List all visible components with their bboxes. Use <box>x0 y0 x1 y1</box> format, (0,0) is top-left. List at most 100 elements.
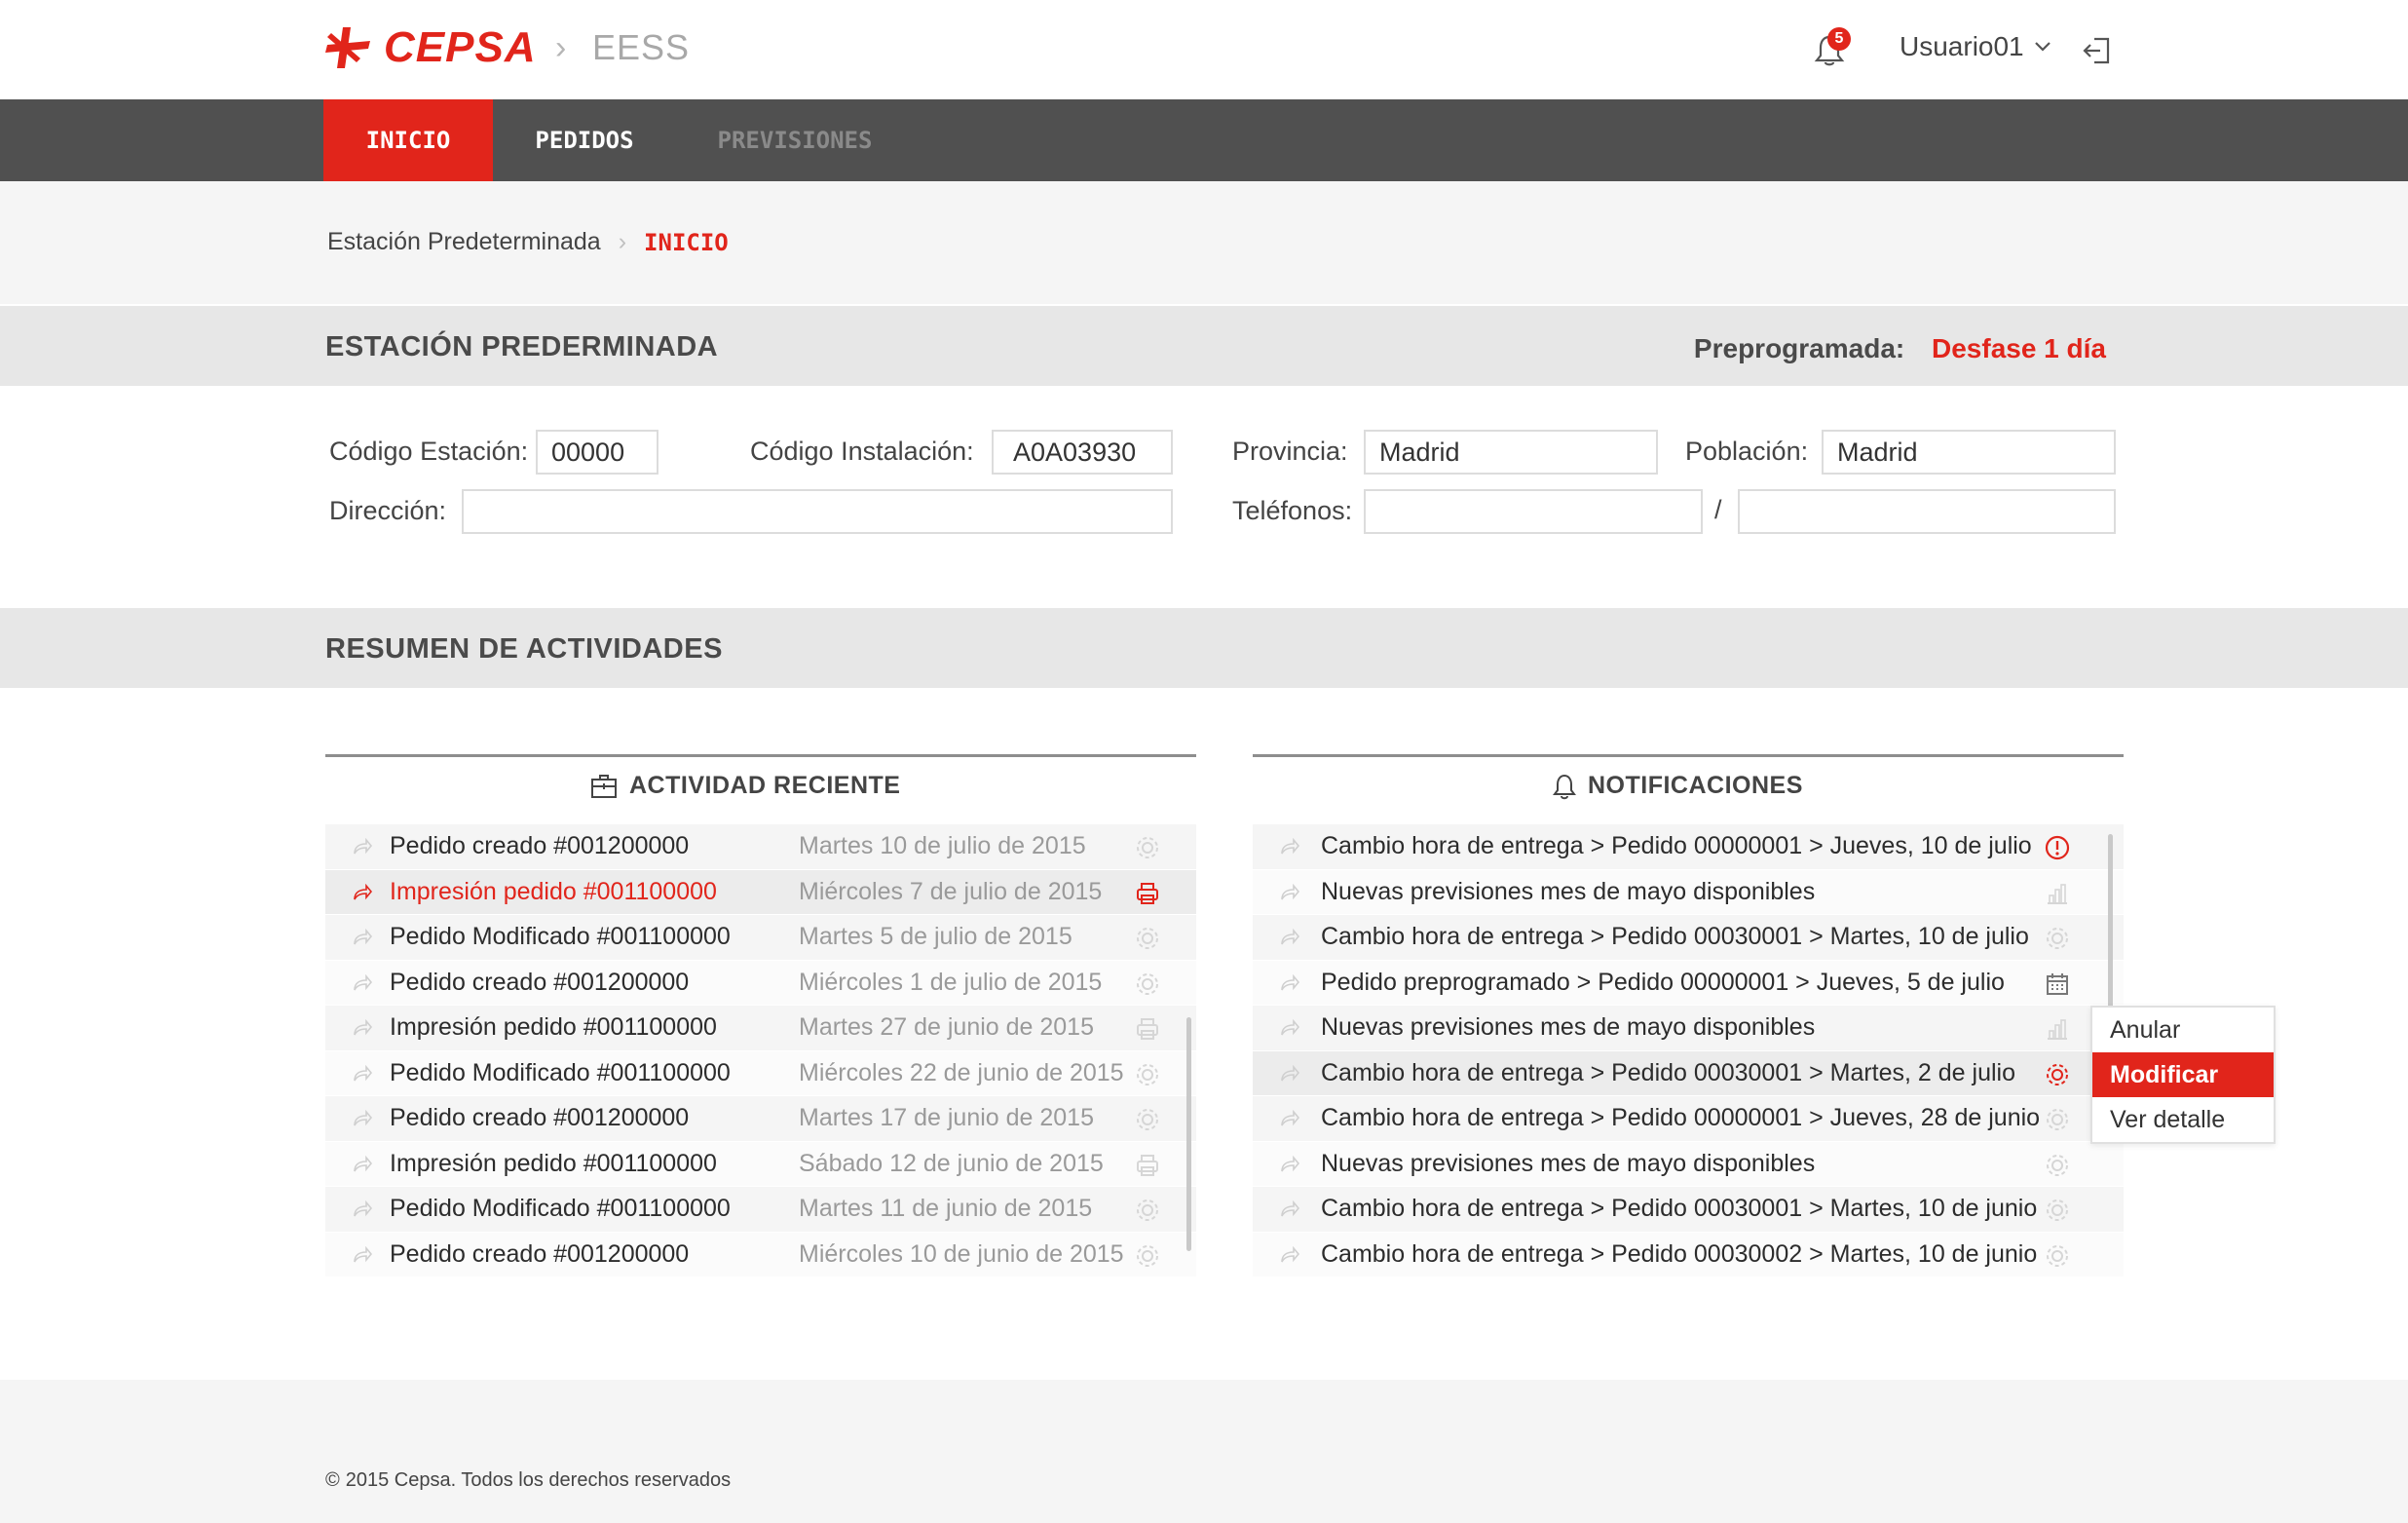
notification-row[interactable]: Pedido preprogramado > Pedido 00000001 >… <box>1253 960 2124 1006</box>
notification-row[interactable]: Cambio hora de entrega > Pedido 00030001… <box>1253 915 2124 961</box>
notification-row[interactable]: Cambio hora de entrega > Pedido 00030001… <box>1253 1187 2124 1233</box>
activity-row[interactable]: Pedido creado #001200000 Martes 10 de jul… <box>325 824 1196 870</box>
menu-item-anular[interactable]: Anular <box>2092 1008 2274 1052</box>
gear-icon <box>2047 1244 2068 1267</box>
station-section-title: ESTACIÓN PREDERMINADA <box>325 331 719 362</box>
notifications-button[interactable]: 5 <box>1814 27 1853 72</box>
activity-row-date: Miércoles 1 de julio de 2015 <box>799 968 1103 996</box>
activity-row-action[interactable] <box>1134 1152 1161 1184</box>
activity-row[interactable]: Impresión pedido #001100000 Miércoles 7 d… <box>325 869 1196 915</box>
share-arrow-icon <box>1281 973 1299 990</box>
share-arrow-icon <box>354 1155 372 1171</box>
activity-row[interactable]: Pedido Modificado #001100000 Martes 5 de … <box>325 915 1196 961</box>
share-arrow-icon <box>354 883 372 899</box>
notification-row[interactable]: Nuevas previsiones mes de mayo disponibl… <box>1253 1006 2124 1051</box>
activity-row-date: Martes 5 de julio de 2015 <box>799 923 1072 951</box>
activity-row-action[interactable] <box>1134 1197 1161 1229</box>
notification-row-action[interactable] <box>2044 971 2071 1003</box>
notification-row-text: Nuevas previsiones mes de mayo disponibl… <box>1321 877 1816 905</box>
notifications-scrollbar[interactable] <box>2108 834 2113 1021</box>
notification-row[interactable]: Cambio hora de entrega > Pedido 00000001… <box>1253 1096 2124 1142</box>
notification-row-action[interactable] <box>2044 1061 2071 1093</box>
activity-row[interactable]: Pedido creado #001200000 Martes 17 de jun… <box>325 1096 1196 1142</box>
printer-icon <box>1137 882 1158 904</box>
breadcrumb-area: Estación Predeterminada › INICIO <box>0 181 2408 304</box>
activity-row-text: Pedido creado #001200000 <box>390 1104 690 1132</box>
activity-row-date: Miércoles 7 de julio de 2015 <box>799 877 1103 905</box>
provincia-field[interactable]: Madrid <box>1364 430 1658 475</box>
activity-row-text: Impresión pedido #001100000 <box>390 877 717 905</box>
share-arrow-icon <box>354 838 372 855</box>
printer-icon <box>1137 1154 1158 1176</box>
notifications-panel-rule <box>1253 754 2124 757</box>
notification-row-action[interactable] <box>2044 1106 2071 1138</box>
notification-row-text: Cambio hora de entrega > Pedido 00030001… <box>1321 923 2029 951</box>
notification-row-text: Cambio hora de entrega > Pedido 00000001… <box>1321 1104 2041 1132</box>
notification-row-text: Cambio hora de entrega > Pedido 00030001… <box>1321 1195 2038 1223</box>
activity-row-action[interactable] <box>1134 834 1161 866</box>
codigo-instalacion-field[interactable]: A0A03930 <box>992 430 1173 475</box>
notification-row-action[interactable] <box>2044 925 2071 957</box>
logout-button[interactable] <box>2081 35 2112 71</box>
activity-row-action[interactable] <box>1134 925 1161 957</box>
menu-item-ver-detalle[interactable]: Ver detalle <box>2092 1097 2274 1142</box>
tab-previsiones[interactable]: PREVISIONES <box>699 99 890 181</box>
notification-row-action[interactable] <box>2044 1152 2071 1184</box>
notification-row-text: Cambio hora de entrega > Pedido 00030002… <box>1321 1239 2038 1268</box>
breadcrumb: Estación Predeterminada › INICIO <box>327 228 729 256</box>
activity-row[interactable]: Pedido creado #001200000 Miércoles 1 de j… <box>325 960 1196 1006</box>
notification-row-action[interactable] <box>2044 880 2071 912</box>
notification-row-action[interactable] <box>2044 1015 2071 1047</box>
activity-row-action[interactable] <box>1134 880 1161 912</box>
breadcrumb-item-estacion[interactable]: Estación Predeterminada <box>327 228 601 256</box>
notification-row[interactable]: Cambio hora de entrega > Pedido 00000001… <box>1253 824 2124 870</box>
activity-row[interactable]: Impresión pedido #001100000 Sábado 12 de … <box>325 1141 1196 1187</box>
preprogramada-status: Preprogramada: Desfase 1 día <box>1694 333 2106 364</box>
user-menu[interactable]: Usuario01 <box>1900 31 2051 62</box>
activity-scrollbar[interactable] <box>1186 1017 1191 1251</box>
gear-icon <box>1137 1244 1158 1267</box>
telefono-1-field[interactable] <box>1364 489 1703 534</box>
activity-row-action[interactable] <box>1134 1242 1161 1275</box>
activity-row-action[interactable] <box>1134 1106 1161 1138</box>
telefono-2-field[interactable] <box>1738 489 2116 534</box>
activity-row[interactable]: Impresión pedido #001100000 Martes 27 de … <box>325 1006 1196 1051</box>
notification-row[interactable]: Cambio hora de entrega > Pedido 00030002… <box>1253 1232 2124 1277</box>
share-arrow-icon <box>354 1110 372 1126</box>
chevron-down-icon <box>2034 42 2051 52</box>
share-arrow-icon <box>354 1064 372 1081</box>
notification-row[interactable]: Nuevas previsiones mes de mayo disponibl… <box>1253 869 2124 915</box>
gear-icon <box>1137 1199 1158 1221</box>
gear-icon <box>1137 928 1158 949</box>
notification-row[interactable]: Cambio hora de entrega > Pedido 00030001… <box>1253 1050 2124 1096</box>
activity-row-text: Pedido creado #001200000 <box>390 968 690 996</box>
activity-row-action[interactable] <box>1134 1015 1161 1047</box>
activity-row-action[interactable] <box>1134 971 1161 1003</box>
poblacion-field[interactable]: Madrid <box>1822 430 2116 475</box>
tab-inicio[interactable]: INICIO <box>323 99 493 193</box>
activity-row[interactable]: Pedido creado #001200000 Miércoles 10 de … <box>325 1232 1196 1277</box>
direccion-field[interactable] <box>462 489 1173 534</box>
menu-item-modificar[interactable]: Modificar <box>2092 1052 2274 1097</box>
notification-row[interactable]: Nuevas previsiones mes de mayo disponibl… <box>1253 1141 2124 1187</box>
notification-row-text: Pedido preprogramado > Pedido 00000001 >… <box>1321 968 2005 996</box>
bar-chart-icon <box>2048 1019 2067 1040</box>
activity-row-date: Miércoles 22 de junio de 2015 <box>799 1058 1124 1086</box>
summary-section-header: RESUMEN DE ACTIVIDADES <box>0 608 2408 688</box>
activity-row-action[interactable] <box>1134 1061 1161 1093</box>
telefono-separator: / <box>1714 495 1722 524</box>
activity-row[interactable]: Pedido Modificado #001100000 Martes 11 de… <box>325 1187 1196 1233</box>
codigo-estacion-field[interactable]: 00000 <box>536 430 658 475</box>
tab-pedidos[interactable]: PEDIDOS <box>516 99 653 181</box>
notification-row-action[interactable] <box>2044 834 2071 866</box>
user-name: Usuario01 <box>1900 31 2024 61</box>
notification-row-action[interactable] <box>2044 1242 2071 1275</box>
notification-row-action[interactable] <box>2044 1197 2071 1229</box>
notification-row-text: Nuevas previsiones mes de mayo disponibl… <box>1321 1149 1816 1177</box>
activity-row[interactable]: Pedido Modificado #001100000 Miércoles 22… <box>325 1050 1196 1096</box>
bar-chart-icon <box>2048 883 2067 904</box>
share-arrow-icon <box>1281 1019 1299 1036</box>
codigo-estacion-label: Código Estación: <box>329 437 529 466</box>
cepsa-logo[interactable]: CEPSA <box>321 23 537 72</box>
app-name: EESS <box>592 27 691 67</box>
